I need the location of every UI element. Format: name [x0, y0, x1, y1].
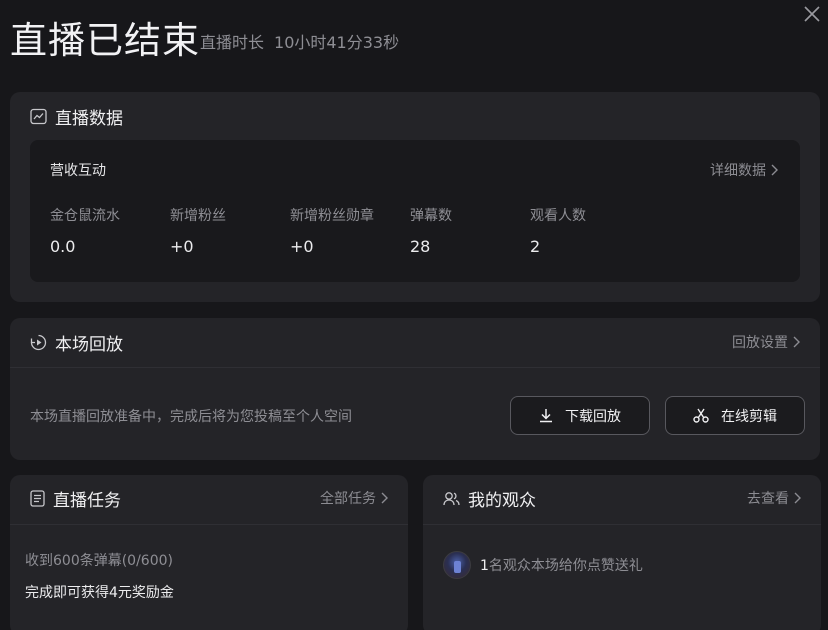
- metric-new-fans: 新增粉丝 +0: [170, 206, 226, 258]
- revenue-panel: 营收互动 详细数据 金仓鼠流水 0.0 新增粉丝 +0 新增粉丝勋章 +0 弹幕…: [30, 140, 800, 282]
- metric-label: 新增粉丝勋章: [290, 208, 374, 224]
- metric-value: 2: [530, 237, 541, 256]
- metric-value: 0.0: [50, 237, 76, 256]
- tasks-title: 直播任务: [53, 490, 121, 511]
- live-data-card: 直播数据 营收互动 详细数据 金仓鼠流水 0.0 新增粉丝 +0 新增粉丝勋章 …: [10, 92, 820, 302]
- all-tasks-link[interactable]: 全部任务: [320, 488, 388, 508]
- document-icon: [30, 489, 45, 507]
- download-replay-button[interactable]: 下载回放: [510, 396, 650, 435]
- replay-settings-link[interactable]: 回放设置: [732, 332, 800, 352]
- trend-chart-icon: [30, 108, 47, 124]
- metric-value: 28: [410, 237, 431, 256]
- metric-danmaku-count: 弹幕数 28: [410, 206, 452, 258]
- close-icon: [804, 6, 820, 22]
- replay-title: 本场回放: [55, 334, 123, 355]
- replay-divider: [10, 367, 820, 368]
- live-data-header: 直播数据: [10, 92, 820, 140]
- metric-label: 金仓鼠流水: [50, 208, 120, 224]
- metric-new-fan-medals: 新增粉丝勋章 +0: [290, 206, 374, 258]
- tasks-header: 直播任务 全部任务: [10, 475, 408, 521]
- audience-summary: 1名观众本场给你点赞送礼: [480, 555, 643, 575]
- replay-status-text: 本场直播回放准备中，完成后将为您投稿至个人空间: [30, 409, 352, 425]
- scissors-icon: [693, 408, 709, 423]
- users-icon: [443, 491, 460, 505]
- audience-card: 我的观众 去查看 1名观众本场给你点赞送礼: [423, 475, 821, 630]
- chevron-right-icon: [793, 336, 800, 348]
- audience-header: 我的观众 去查看: [423, 475, 821, 521]
- metric-value: +0: [290, 237, 314, 256]
- replay-settings-label: 回放设置: [732, 335, 788, 351]
- metric-label: 弹幕数: [410, 208, 452, 224]
- revenue-title: 营收互动: [50, 163, 106, 179]
- live-duration: 直播时长 10小时41分33秒: [200, 32, 399, 54]
- close-button[interactable]: [802, 4, 822, 24]
- download-replay-label: 下载回放: [565, 408, 621, 425]
- chevron-right-icon: [381, 492, 388, 504]
- replay-header: 本场回放 回放设置: [10, 318, 820, 366]
- tasks-divider: [10, 524, 408, 525]
- view-audience-label: 去查看: [747, 491, 789, 507]
- replay-icon: [30, 334, 47, 350]
- avatar: [443, 551, 471, 579]
- audience-title: 我的观众: [468, 490, 536, 511]
- metric-value: +0: [170, 237, 194, 256]
- online-edit-label: 在线剪辑: [721, 408, 777, 425]
- metric-label: 新增粉丝: [170, 208, 226, 224]
- audience-desc: 名观众本场给你点赞送礼: [488, 558, 643, 574]
- online-edit-button[interactable]: 在线剪辑: [665, 396, 805, 435]
- download-icon: [540, 409, 552, 423]
- metric-viewers: 观看人数 2: [530, 206, 586, 258]
- live-data-title: 直播数据: [55, 108, 123, 129]
- replay-card: 本场回放 回放设置 本场直播回放准备中，完成后将为您投稿至个人空间 下载回放 在…: [10, 318, 820, 460]
- chevron-right-icon: [794, 492, 801, 504]
- all-tasks-label: 全部任务: [320, 491, 376, 507]
- audience-divider: [423, 524, 821, 525]
- metric-gold-hamster: 金仓鼠流水 0.0: [50, 206, 120, 258]
- task-reward: 完成即可获得4元奖励金: [25, 585, 174, 601]
- page-title: 直播已结束: [10, 19, 200, 62]
- duration-label: 直播时长: [200, 33, 265, 52]
- detail-data-link[interactable]: 详细数据: [710, 160, 778, 180]
- detail-data-label: 详细数据: [710, 163, 766, 179]
- audience-row[interactable]: 1名观众本场给你点赞送礼: [443, 551, 643, 579]
- duration-value: 10小时41分33秒: [274, 33, 400, 52]
- view-audience-link[interactable]: 去查看: [747, 488, 801, 508]
- task-progress: 收到600条弹幕(0/600): [25, 553, 173, 569]
- tasks-card: 直播任务 全部任务 收到600条弹幕(0/600) 完成即可获得4元奖励金: [10, 475, 408, 630]
- metric-label: 观看人数: [530, 208, 586, 224]
- audience-count: 1: [480, 558, 489, 574]
- chevron-right-icon: [771, 164, 778, 176]
